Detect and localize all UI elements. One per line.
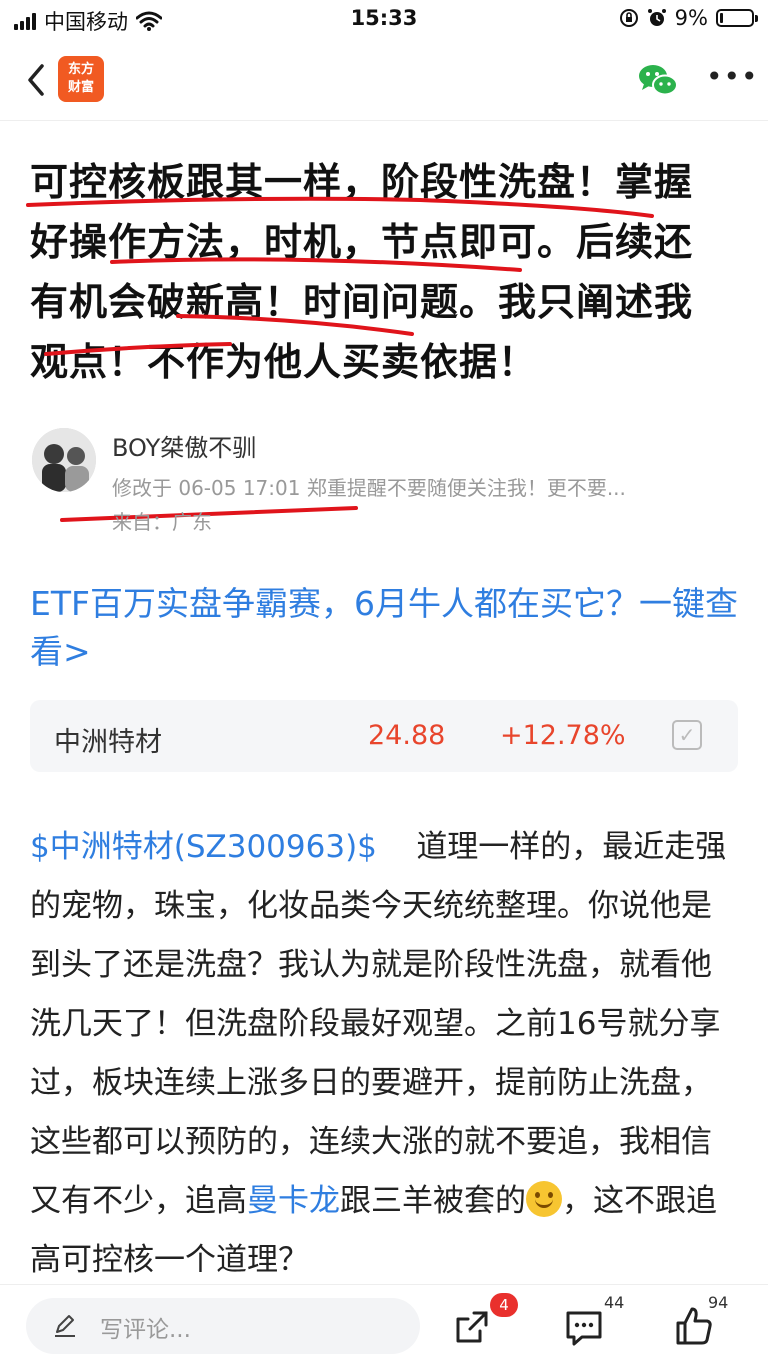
body-text-part-1: 道理一样的，最近走强的宠物，珠宝，化妆品类今天统统整理。你说他是到头了还是洗盘？… bbox=[30, 829, 727, 1219]
wechat-icon[interactable] bbox=[636, 60, 680, 100]
share-badge: 4 bbox=[490, 1293, 518, 1317]
battery-level bbox=[720, 13, 723, 23]
author-name[interactable]: BOY桀傲不驯 bbox=[112, 428, 256, 463]
stock-tag-link[interactable]: $中洲特材(SZ300963)$ bbox=[30, 829, 377, 865]
comment-placeholder: 写评论... bbox=[100, 1317, 191, 1343]
stock-card[interactable]: 中洲特材 24.88 +12.78% ✓ bbox=[30, 700, 738, 772]
logo-line-2: 财富 bbox=[67, 80, 94, 95]
stock-name: 中洲特材 bbox=[54, 727, 162, 758]
promo-link[interactable]: ETF百万实盘争霸赛，6月牛人都在买它？一键查看> bbox=[30, 580, 740, 676]
smile-emoji-icon bbox=[526, 1181, 562, 1217]
comment-icon[interactable] bbox=[564, 1307, 604, 1347]
post-origin: 来自：广东 bbox=[112, 510, 212, 534]
status-bar: 中国移动 15:33 9% bbox=[0, 0, 768, 40]
body-text-part-2: 跟三羊被套的 bbox=[340, 1183, 526, 1219]
article-title: 可控核板跟其一样，阶段性洗盘！掌握好操作方法，时机，节点即可。后续还有机会破新高… bbox=[30, 160, 694, 384]
add-watchlist-checkbox[interactable]: ✓ bbox=[672, 720, 702, 750]
app-logo: 东方 财富 bbox=[58, 56, 104, 102]
battery-icon bbox=[716, 9, 758, 27]
post-body: $中洲特材(SZ300963)$ 道理一样的，最近走强的宠物，珠宝，化妆品类今天… bbox=[30, 818, 742, 1290]
stock-change: +12.78% bbox=[500, 720, 626, 751]
comment-input[interactable]: 写评论... bbox=[26, 1298, 420, 1354]
author-avatar[interactable] bbox=[32, 428, 96, 492]
nav-bar: 东方 财富 ••• bbox=[0, 42, 768, 121]
like-count: 94 bbox=[708, 1293, 729, 1312]
pencil-icon bbox=[55, 1315, 75, 1337]
bottom-action-bar: 写评论... 4 44 94 bbox=[0, 1284, 768, 1368]
more-menu-icon[interactable]: ••• bbox=[706, 60, 758, 100]
post-meta: 修改于 06-05 17:01 郑重提醒不要随便关注我！更不要... bbox=[112, 476, 626, 500]
avatar-image bbox=[32, 428, 96, 492]
stock-price: 24.88 bbox=[368, 720, 446, 751]
status-right: 9% bbox=[619, 6, 758, 30]
back-icon[interactable] bbox=[22, 60, 52, 100]
logo-line-1: 东方 bbox=[67, 62, 94, 77]
share-icon[interactable] bbox=[452, 1307, 492, 1347]
alarm-icon bbox=[647, 9, 666, 26]
orientation-lock-icon bbox=[619, 9, 638, 27]
battery-percent: 9% bbox=[674, 6, 708, 30]
comment-count: 44 bbox=[604, 1293, 625, 1312]
mankalong-link[interactable]: 曼卡龙 bbox=[247, 1183, 340, 1219]
